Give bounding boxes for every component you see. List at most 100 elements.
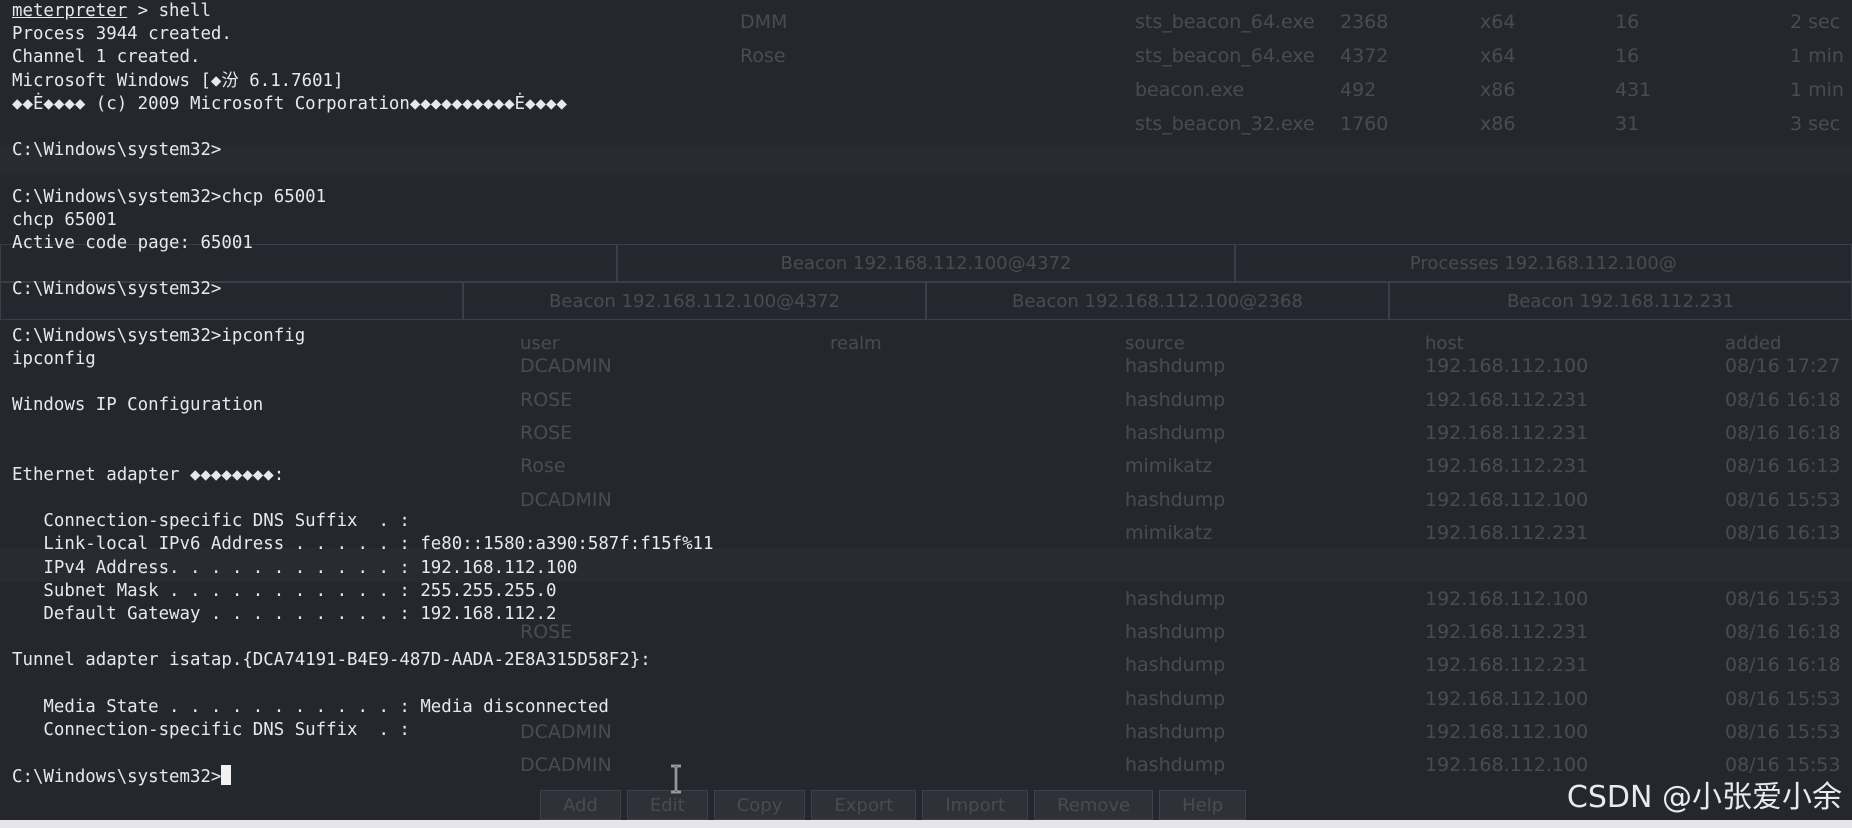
background-cell: 192.168.112.231 xyxy=(1425,522,1589,544)
background-cell: hashdump xyxy=(1125,654,1226,676)
background-cell: DMM xyxy=(740,11,788,33)
background-button: Add xyxy=(540,790,621,820)
terminal-text: C:\Windows\system32>ipconfig xyxy=(12,325,306,346)
terminal-line: Subnet Mask . . . . . . . . . . . : 255.… xyxy=(12,580,714,603)
background-cell: x64 xyxy=(1480,45,1516,67)
terminal-line: Connection-specific DNS Suffix . : xyxy=(12,510,714,533)
background-button: Import xyxy=(922,790,1029,820)
background-cell: 08/16 16:18 xyxy=(1725,621,1841,643)
terminal-line: meterpreter > shell xyxy=(12,0,714,23)
background-cell: 492 xyxy=(1340,79,1377,101)
terminal-line: C:\Windows\system32>chcp 65001 xyxy=(12,186,714,209)
terminal-line: Connection-specific DNS Suffix . : xyxy=(12,719,714,742)
terminal-text: C:\Windows\system32>chcp 65001 xyxy=(12,186,327,207)
terminal-text: Connection-specific DNS Suffix . : xyxy=(12,511,410,532)
prompt-prefix: meterpreter xyxy=(12,1,128,21)
background-cell: hashdump xyxy=(1125,721,1226,743)
terminal-line: Media State . . . . . . . . . . . : Medi… xyxy=(12,696,714,719)
terminal-line: Channel 1 created. xyxy=(12,46,714,69)
background-button: Remove xyxy=(1034,790,1154,820)
terminal-text: ipconfig xyxy=(12,348,96,369)
terminal-text: ◆◆Ė◆◆◆◆ (c) 2009 Microsoft Corporation◆◆… xyxy=(12,93,567,114)
background-cell: hashdump xyxy=(1125,389,1226,411)
background-cell: 1 min xyxy=(1790,45,1844,67)
text-cursor-icon xyxy=(671,764,681,794)
terminal-text: Connection-specific DNS Suffix . : xyxy=(12,719,410,740)
terminal-text: Link-local IPv6 Address . . . . . : fe80… xyxy=(12,534,714,555)
terminal-line: Microsoft Windows [◆汾 6.1.7601] xyxy=(12,70,714,93)
terminal-line: IPv4 Address. . . . . . . . . . . : 192.… xyxy=(12,557,714,580)
terminal-line: ◆◆Ė◆◆◆◆ (c) 2009 Microsoft Corporation◆◆… xyxy=(12,93,714,116)
screen: DMM sts_beacon_64.exe 2368 x64 16 2 sec Rose st… xyxy=(0,0,1852,828)
background-cell: mimikatz xyxy=(1125,455,1213,477)
csdn-watermark: CSDN @小张爱小余 xyxy=(1566,780,1842,815)
background-tab: Processes 192.168.112.100@ xyxy=(1234,244,1852,282)
background-cell: sts_beacon_64.exe xyxy=(1135,45,1315,67)
terminal-text: chcp 65001 xyxy=(12,209,117,230)
background-cell: 192.168.112.231 xyxy=(1425,455,1589,477)
background-cell: 08/16 16:18 xyxy=(1725,422,1841,444)
background-cell: 192.168.112.100 xyxy=(1425,754,1589,776)
background-cell: hashdump xyxy=(1125,588,1226,610)
background-button: Export xyxy=(811,790,917,820)
terminal-line: Link-local IPv6 Address . . . . . : fe80… xyxy=(12,533,714,556)
background-cell: mimikatz xyxy=(1125,522,1213,544)
background-column-header: realm xyxy=(830,333,882,354)
background-cell: 08/16 17:27 xyxy=(1725,355,1841,377)
background-cell: 16 xyxy=(1615,11,1640,33)
background-cell: 1760 xyxy=(1340,113,1389,135)
background-cell: x86 xyxy=(1480,79,1516,101)
terminal-line: C:\Windows\system32>ipconfig xyxy=(12,325,714,348)
background-cell: 16 xyxy=(1615,45,1640,67)
background-cell: sts_beacon_64.exe xyxy=(1135,11,1315,33)
terminal-text: Microsoft Windows [◆汾 6.1.7601] xyxy=(12,70,344,91)
background-cell: 08/16 16:13 xyxy=(1725,522,1841,544)
terminal-text: C:\Windows\system32> xyxy=(12,140,222,161)
background-cell: hashdump xyxy=(1125,422,1226,444)
background-cell: hashdump xyxy=(1125,754,1226,776)
background-cell: hashdump xyxy=(1125,489,1226,511)
background-cell: x86 xyxy=(1480,113,1516,135)
terminal-cursor xyxy=(221,765,232,786)
terminal-output[interactable]: meterpreter > shell Process 3944 created.… xyxy=(12,0,714,788)
terminal-line: Process 3944 created. xyxy=(12,23,714,46)
terminal-text: Subnet Mask . . . . . . . . . . . : 255.… xyxy=(12,580,557,601)
terminal-line: Default Gateway . . . . . . . . . : 192.… xyxy=(12,603,714,626)
terminal-line: C:\Windows\system32> xyxy=(12,139,714,162)
terminal-line: Active code page: 65001 xyxy=(12,232,714,255)
background-cell: 3 sec xyxy=(1790,113,1841,135)
background-cell: 192.168.112.100 xyxy=(1425,721,1589,743)
background-cell: 08/16 16:13 xyxy=(1725,455,1841,477)
background-cell: beacon.exe xyxy=(1135,79,1245,101)
window-bottom-edge xyxy=(0,820,1852,828)
background-cell: 08/16 15:53 xyxy=(1725,489,1841,511)
background-cell: 08/16 15:53 xyxy=(1725,688,1841,710)
background-cell: 192.168.112.231 xyxy=(1425,389,1589,411)
background-tab: Beacon 192.168.112.100@2368 xyxy=(926,282,1389,320)
background-cell: 08/16 15:53 xyxy=(1725,588,1841,610)
terminal-text: Media State . . . . . . . . . . . : Medi… xyxy=(12,696,609,717)
background-button: Copy xyxy=(713,790,806,820)
background-cell: 192.168.112.100 xyxy=(1425,355,1589,377)
terminal-line: C:\Windows\system32> xyxy=(12,765,714,788)
terminal-line: Windows IP Configuration xyxy=(12,394,714,417)
terminal-line: C:\Windows\system32> xyxy=(12,278,714,301)
terminal-text: IPv4 Address. . . . . . . . . . . : 192.… xyxy=(12,557,578,578)
terminal-text: Channel 1 created. xyxy=(12,47,201,68)
background-button: Help xyxy=(1159,790,1247,820)
background-cell: 4372 xyxy=(1340,45,1389,67)
terminal-text: C:\Windows\system32> xyxy=(12,767,222,788)
terminal-line: ipconfig xyxy=(12,348,714,371)
background-cell: 192.168.112.100 xyxy=(1425,688,1589,710)
background-button: Edit xyxy=(626,790,708,820)
background-cell: 192.168.112.231 xyxy=(1425,654,1589,676)
terminal-text: C:\Windows\system32> xyxy=(12,279,222,300)
terminal-text: Process 3944 created. xyxy=(12,24,232,45)
background-cell: x64 xyxy=(1480,11,1516,33)
